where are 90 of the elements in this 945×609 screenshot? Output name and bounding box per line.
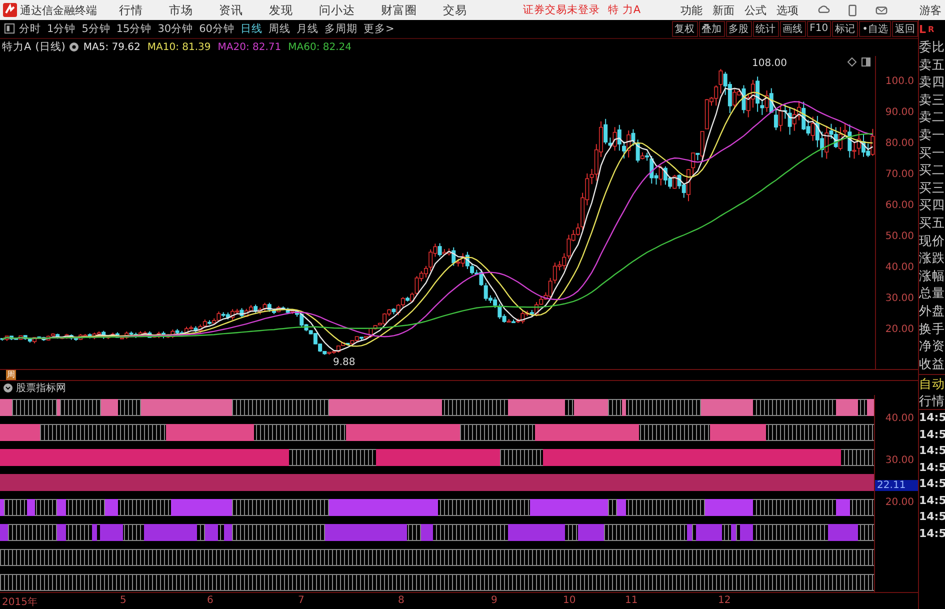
menu-item[interactable]: 行情 <box>119 2 143 18</box>
menu-item[interactable]: 问小达 <box>319 2 355 18</box>
high-price-label: 108.00 <box>752 58 787 69</box>
toolbar-button[interactable]: 返回 <box>892 20 918 37</box>
low-price-label: 9.88 <box>333 356 356 368</box>
quote-label: 卖二 <box>919 108 945 126</box>
period-tab[interactable]: 分时 <box>19 22 41 36</box>
period-tab[interactable]: 15分钟 <box>116 22 152 36</box>
quote-label: 卖五 <box>919 56 945 74</box>
stock-name: 特 力A <box>608 3 641 17</box>
quote-label: 买四 <box>919 196 945 214</box>
app-title: 通达信金融终端 <box>20 2 97 18</box>
date-axis-label: 2015年 <box>2 596 38 609</box>
ma-value: MA5: 79.62 <box>83 42 140 53</box>
toolbar-button[interactable]: 统计 <box>752 20 779 37</box>
price-axis-label: 30.00 <box>885 293 914 304</box>
quote-label: 卖一 <box>919 126 945 144</box>
date-axis-label: 7 <box>298 595 304 606</box>
period-tab[interactable]: 5分钟 <box>82 22 110 36</box>
date-axis-label: 11 <box>625 595 638 606</box>
price-axis-label: 70.00 <box>885 168 914 180</box>
ma-value: MA20: 82.71 <box>218 42 282 53</box>
quote-label: 收益 <box>919 354 945 372</box>
price-axis-label: 80.00 <box>885 138 914 149</box>
indicator-axis-label: 20.00 <box>885 497 914 508</box>
menu-item[interactable]: 新面 <box>712 2 735 18</box>
menu-item[interactable]: 公式 <box>744 2 767 18</box>
period-tab[interactable]: 多周期 <box>324 22 358 36</box>
menu-item[interactable]: 资讯 <box>219 2 243 18</box>
quote-label: 买三 <box>919 178 945 196</box>
price-axis-label: 20.00 <box>885 324 914 336</box>
menu-item[interactable]: 市场 <box>169 2 193 18</box>
quote-label: 涨幅 <box>919 266 945 284</box>
date-axis-label: 6 <box>207 595 214 606</box>
indicator-axis-label: 30.00 <box>885 455 914 466</box>
quote-label: 换手 <box>919 320 945 338</box>
price-axis-label: 50.00 <box>885 231 914 242</box>
left-panel-label[interactable]: L <box>919 22 926 36</box>
toolbar-button[interactable]: 多股 <box>726 20 752 37</box>
period-tab[interactable]: 月线 <box>296 22 318 36</box>
ma-value: MA60: 82.24 <box>288 42 352 53</box>
date-axis-label: 8 <box>398 595 404 606</box>
period-marker: 周 <box>6 370 16 380</box>
ma-value: MA10: 81.39 <box>147 42 211 53</box>
menu-item[interactable]: 发现 <box>269 2 293 18</box>
period-tab[interactable]: 日线 <box>240 22 262 36</box>
quote-label: 买二 <box>919 161 945 179</box>
quote-label: 外盘 <box>919 302 945 320</box>
period-tab[interactable]: 更多> <box>364 22 394 36</box>
quote-label: 卖四 <box>919 73 945 91</box>
date-axis-label: 5 <box>120 595 126 606</box>
panel-tab[interactable]: 自动 <box>919 375 945 392</box>
menu-item[interactable]: 选项 <box>776 2 799 18</box>
toolbar-button[interactable]: 画线 <box>780 20 806 37</box>
price-axis-label: 100.0 <box>885 76 914 87</box>
panel-tab[interactable]: 行情 <box>919 392 945 410</box>
quote-label: 总量 <box>919 284 945 302</box>
period-tab[interactable]: 60分钟 <box>199 22 234 36</box>
period-tab[interactable]: 30分钟 <box>158 22 194 36</box>
period-label: (日线) <box>35 40 66 54</box>
price-axis-label: 40.00 <box>885 262 914 274</box>
period-tab[interactable]: 周线 <box>268 22 290 36</box>
login-notice[interactable]: 证券交易未登录 <box>523 3 600 17</box>
quote-label: 买一 <box>919 144 945 162</box>
menu-item[interactable]: 功能 <box>680 2 703 18</box>
toolbar-button[interactable]: 叠加 <box>698 20 725 37</box>
quote-label: 现价 <box>919 232 945 250</box>
date-axis-label: 9 <box>491 595 498 606</box>
toolbar-button[interactable]: 复权 <box>672 20 698 37</box>
quote-label: 净资 <box>919 337 945 355</box>
toolbar-button[interactable]: 标记 <box>832 20 858 37</box>
indicator-title: 股票指标网 <box>16 382 66 396</box>
quote-label: 委比 <box>919 38 945 56</box>
indicator-axis-label: 22.11 <box>875 480 918 492</box>
indicator-axis-label: 40.00 <box>885 413 914 424</box>
toolbar-button[interactable]: •自选 <box>859 20 891 37</box>
price-axis-label: 90.00 <box>885 106 914 118</box>
date-axis-label: 12 <box>718 595 731 606</box>
stock-title: 特力A <box>2 40 32 54</box>
user-label[interactable]: 游客 <box>920 2 942 18</box>
quote-label: 涨跌 <box>919 249 945 267</box>
menu-item[interactable]: 交易 <box>443 2 467 18</box>
quote-label: 买五 <box>919 214 945 232</box>
price-axis-label: 60.00 <box>885 200 914 211</box>
period-tab[interactable]: 1分钟 <box>47 22 76 36</box>
toolbar-button[interactable]: F10 <box>806 20 832 37</box>
quote-label: 卖三 <box>919 90 945 108</box>
menu-item[interactable]: 财富圈 <box>381 2 417 18</box>
date-axis-label: 10 <box>563 595 576 606</box>
right-panel-label[interactable]: R <box>928 24 934 34</box>
